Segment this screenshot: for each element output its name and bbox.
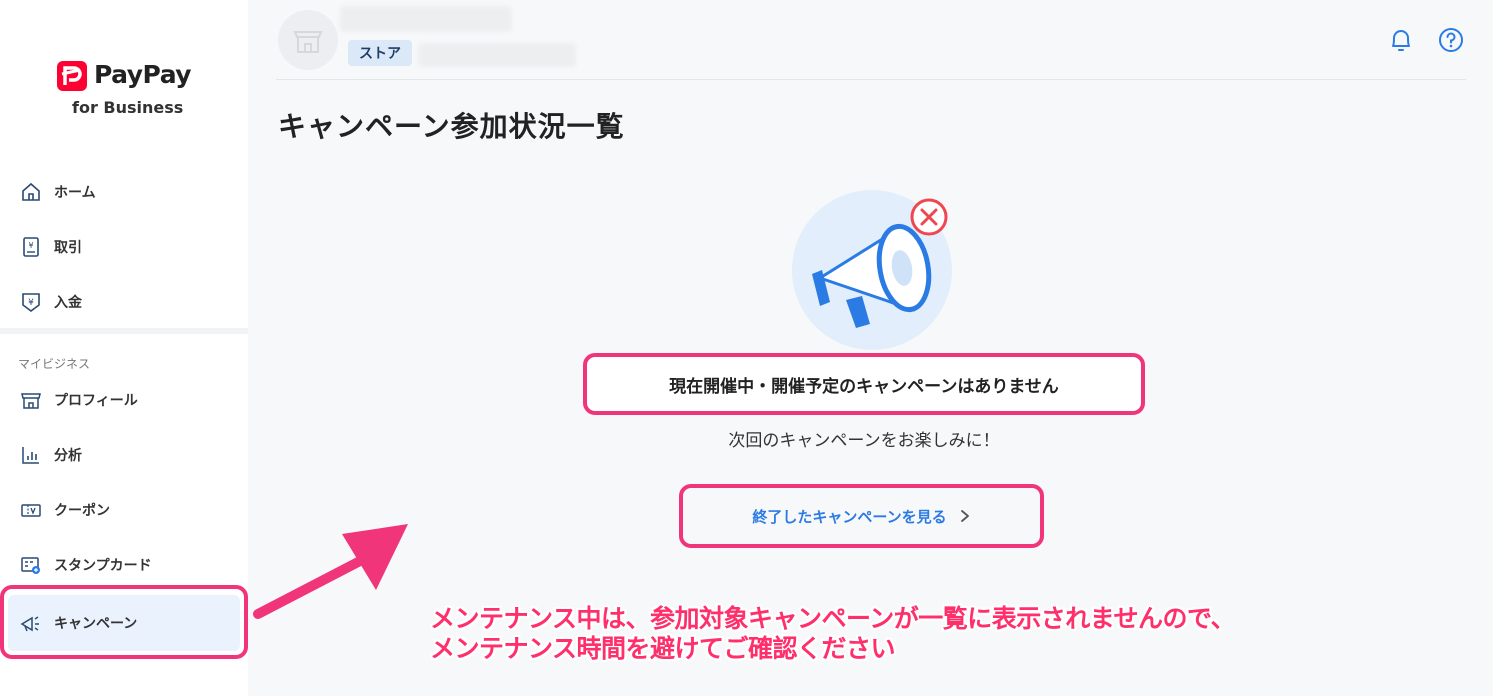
sidebar-item-label: スタンプカード [54,558,152,574]
sidebar-item-profile[interactable]: プロフィール [0,380,248,420]
empty-state-title-box: 現在開催中・開催予定のキャンペーンはありません [583,353,1145,415]
sidebar-item-transactions[interactable]: ¥ 取引 [0,227,248,267]
annotation-note: メンテナンス中は、参加対象キャンペーンが一覧に表示されませんので、 メンテナンス… [430,604,1430,664]
annotation-line-1: メンテナンス中は、参加対象キャンペーンが一覧に表示されませんので、 [430,604,1236,633]
store-avatar[interactable] [278,10,338,70]
megaphone-illustration [792,190,952,350]
app-window: PayPay for Business ホーム ¥ 取引 ¥ 入金 マイビジネス [0,0,1493,696]
paypay-logo[interactable]: PayPay for Business [56,60,196,120]
sidebar-item-label: ホーム [54,185,96,201]
home-icon [20,181,42,203]
svg-text:¥: ¥ [28,298,34,308]
annotation-arrow [253,524,408,619]
view-ended-campaigns-label: 終了したキャンペーンを見る [752,507,947,526]
brand-name: PayPay [94,60,192,89]
empty-state-title: 現在開催中・開催予定のキャンペーンはありません [669,376,1059,397]
chart-icon [20,444,42,466]
sidebar: PayPay for Business ホーム ¥ 取引 ¥ 入金 マイビジネス [0,0,248,696]
store-icon [20,389,42,411]
chevron-right-icon [960,510,969,522]
svg-text:¥: ¥ [28,241,33,250]
sidebar-item-home[interactable]: ホーム [0,172,248,212]
sidebar-item-deposit[interactable]: ¥ 入金 [0,282,248,322]
paypay-logo-icon [57,61,87,91]
annotation-line-2: メンテナンス時間を避けてご確認ください [430,634,896,663]
store-id-blurred [418,43,576,67]
sidebar-item-label: クーポン [54,503,110,519]
sidebar-item-label: プロフィール [54,393,138,409]
sidebar-item-label: 取引 [54,240,82,256]
sidebar-item-stamp-card[interactable]: スタンプカード [0,545,248,585]
sidebar-item-coupon[interactable]: クーポン [0,490,248,530]
stamp-card-icon [20,554,42,576]
help-icon[interactable] [1438,27,1464,53]
sidebar-item-analytics[interactable]: 分析 [0,435,248,475]
empty-state-subtitle: 次回のキャンペーンをお楽しみに！ [728,431,1000,451]
deposit-icon: ¥ [20,291,42,313]
sidebar-section-label: マイビジネス [18,357,91,371]
sidebar-divider [0,328,248,334]
brand-subtitle: for Business [72,98,184,117]
bell-icon[interactable] [1388,26,1414,54]
store-name-blurred [340,6,512,32]
store-tag-badge: ストア [348,40,412,66]
receipt-icon: ¥ [20,236,42,258]
sidebar-item-label: 入金 [54,295,82,311]
page-title: キャンペーン参加状況一覧 [278,110,625,143]
annotation-highlight-campaign [0,585,248,659]
store-icon [293,31,323,53]
sidebar-item-label: 分析 [54,448,82,464]
header: ストア [276,0,1466,80]
view-ended-campaigns-link[interactable]: 終了したキャンペーンを見る [679,484,1044,548]
coupon-icon [20,499,42,521]
